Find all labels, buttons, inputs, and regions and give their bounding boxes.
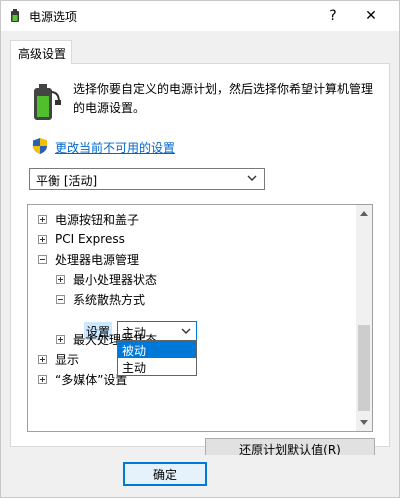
power-plan-select[interactable]: 平衡 [活动] bbox=[29, 168, 265, 190]
chevron-down-icon bbox=[180, 324, 192, 338]
battery-plug-icon bbox=[9, 9, 21, 23]
tree-item-label: 电源按钮和盖子 bbox=[55, 212, 140, 227]
uac-shield-icon bbox=[33, 138, 47, 154]
dialog-body: 高级设置 选择你要自定义的电源计划，然后选择你希望计算机管理的电源设置。 更改当… bbox=[1, 31, 399, 460]
dialog-footer: 确定 bbox=[1, 455, 399, 497]
ok-button[interactable]: 确定 bbox=[123, 462, 207, 486]
power-plan-value: 平衡 [活动] bbox=[36, 174, 98, 188]
help-button[interactable]: ? bbox=[315, 1, 351, 31]
scroll-up-icon[interactable] bbox=[356, 205, 372, 221]
tree-item[interactable]: “多媒体”设置 bbox=[38, 369, 127, 389]
expand-icon[interactable] bbox=[38, 214, 47, 224]
tree-item[interactable]: 显示 bbox=[38, 349, 79, 369]
settings-tree[interactable]: 电源按钮和盖子 PCI Express 处理器电源管理 最小处理器状态 系统散热… bbox=[27, 204, 373, 432]
cooling-policy-dropdown: 被动 主动 bbox=[117, 340, 197, 376]
expand-icon[interactable] bbox=[38, 234, 47, 244]
tree-item[interactable]: PCI Express bbox=[38, 229, 125, 249]
tree-item[interactable]: 最小处理器状态 bbox=[56, 269, 157, 289]
tree-item-label: 显示 bbox=[55, 352, 80, 367]
header-description: 选择你要自定义的电源计划，然后选择你希望计算机管理的电源设置。 bbox=[73, 82, 374, 115]
tab-panel: 选择你要自定义的电源计划，然后选择你希望计算机管理的电源设置。 更改当前不可用的… bbox=[10, 63, 390, 460]
chevron-down-icon bbox=[246, 171, 258, 185]
collapse-icon[interactable] bbox=[38, 254, 47, 264]
change-unavailable-settings-link[interactable]: 更改当前不可用的设置 bbox=[55, 139, 175, 156]
battery-power-icon bbox=[31, 82, 61, 124]
tree-item[interactable]: 系统散热方式 bbox=[56, 289, 145, 309]
tree-scrollbar[interactable] bbox=[356, 205, 372, 431]
tab-advanced-settings[interactable]: 高级设置 bbox=[10, 40, 72, 64]
close-button[interactable]: ✕ bbox=[353, 1, 389, 31]
tree-item[interactable]: 电源按钮和盖子 bbox=[38, 209, 139, 229]
window-title: 电源选项 bbox=[29, 10, 78, 24]
expand-icon[interactable] bbox=[56, 274, 65, 284]
tree-item-label: 处理器电源管理 bbox=[55, 252, 140, 267]
collapse-icon[interactable] bbox=[56, 294, 65, 304]
tree-item-label: PCI Express bbox=[55, 232, 125, 246]
expand-icon[interactable] bbox=[38, 374, 47, 384]
tree-item-label: 系统散热方式 bbox=[73, 292, 146, 307]
expand-icon[interactable] bbox=[38, 354, 47, 364]
expand-icon[interactable] bbox=[56, 334, 65, 344]
scroll-thumb[interactable] bbox=[358, 325, 370, 411]
power-options-window: 电源选项 ? ✕ 高级设置 选择你要自定义的电源计划，然后选择你希望计算机管理的… bbox=[0, 0, 400, 498]
option-active[interactable]: 主动 bbox=[118, 358, 196, 375]
tree-item[interactable]: 处理器电源管理 bbox=[38, 249, 139, 269]
scroll-down-icon[interactable] bbox=[356, 415, 372, 431]
option-passive[interactable]: 被动 bbox=[118, 341, 196, 358]
tree-item-label: 最小处理器状态 bbox=[73, 272, 158, 287]
title-bar[interactable]: 电源选项 ? ✕ bbox=[1, 1, 399, 31]
